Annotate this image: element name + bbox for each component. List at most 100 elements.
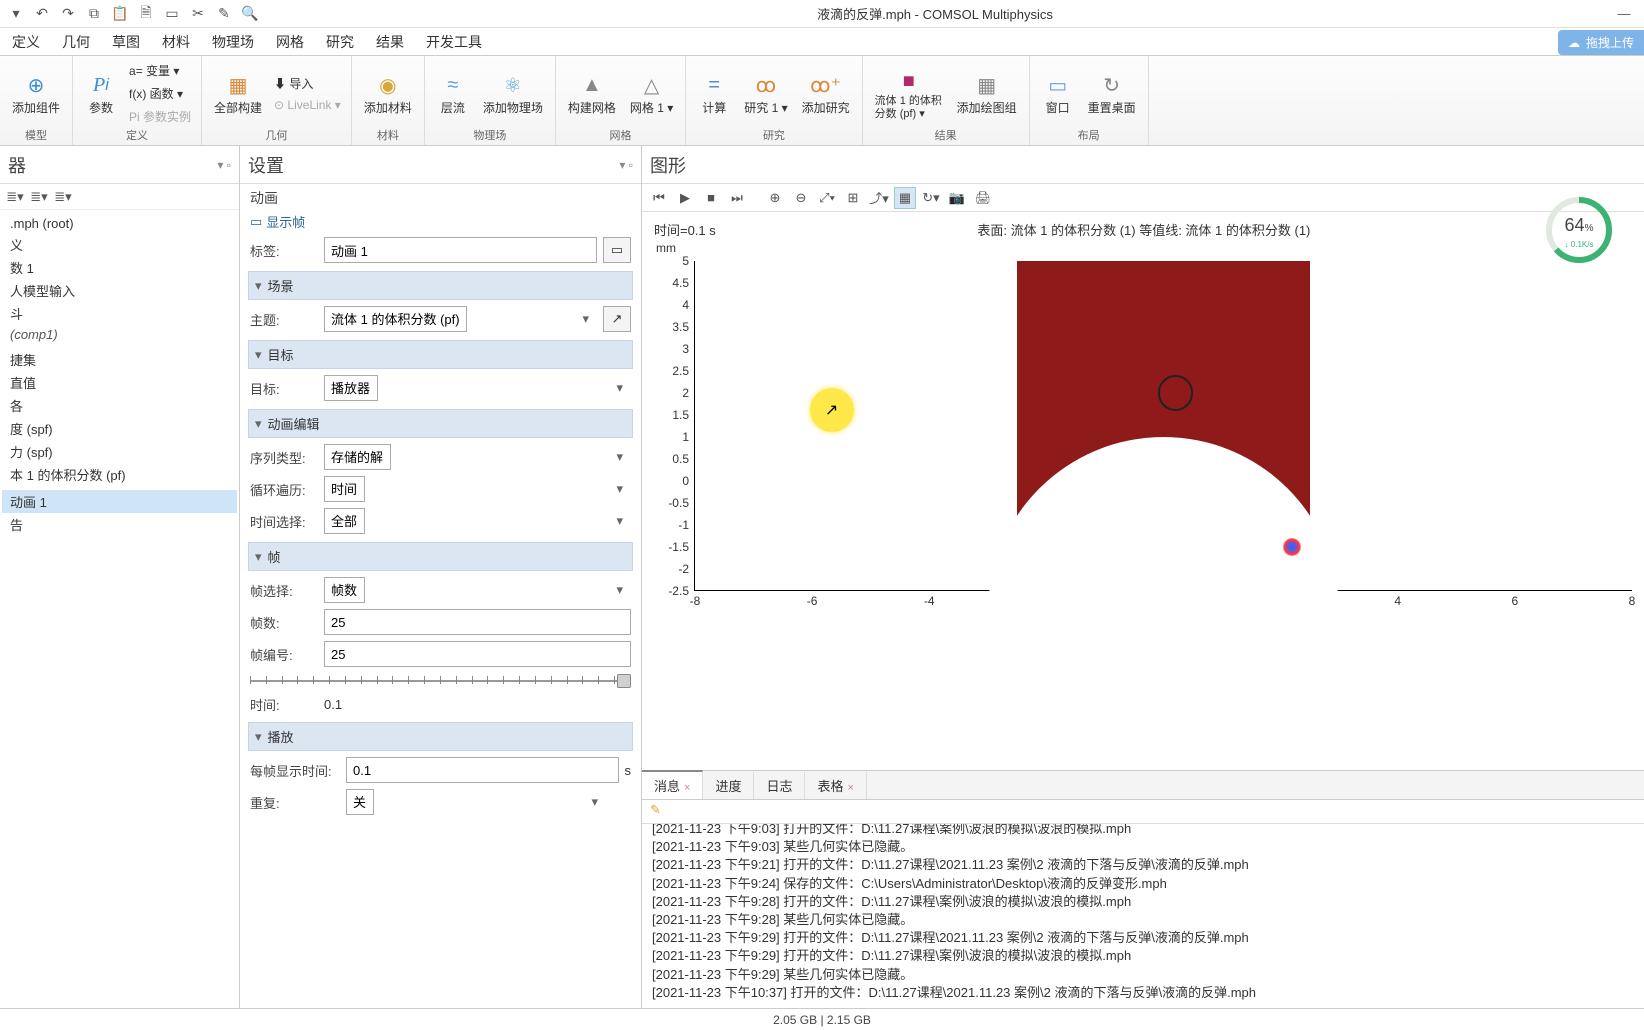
section-target[interactable]: ▾目标: [248, 340, 633, 369]
upload-badge[interactable]: ☁ 拖拽上传: [1558, 30, 1644, 55]
label-input[interactable]: [324, 237, 597, 263]
plot-area[interactable]: 时间=0.1 s 表面: 流体 1 的体积分数 (1) 等值线: 流体 1 的体…: [642, 212, 1644, 770]
theme-goto-button[interactable]: ↗: [603, 306, 631, 332]
tab-log[interactable]: 日志: [754, 772, 805, 799]
section-edit[interactable]: ▾动画编辑: [248, 409, 633, 438]
wand-icon[interactable]: ✎: [650, 802, 661, 817]
time-sel-select[interactable]: 全部: [324, 508, 365, 534]
section-scene[interactable]: ▾场景: [248, 271, 633, 300]
tree-item[interactable]: .mph (root): [2, 214, 237, 233]
study-1-button[interactable]: ꝏ 研究 1 ▾: [738, 69, 793, 118]
paste-icon[interactable]: 📋: [110, 4, 130, 24]
cut-icon[interactable]: ✂: [188, 4, 208, 24]
theme-select[interactable]: 流体 1 的体积分数 (pf): [324, 306, 467, 332]
stop-button[interactable]: ■: [700, 187, 722, 209]
tree-item[interactable]: 数 1: [2, 256, 237, 279]
add-component-button[interactable]: ⊕ 添加组件: [6, 69, 66, 118]
tree-item[interactable]: 捷集: [2, 348, 237, 371]
import-button[interactable]: ⬇ 导入: [270, 73, 345, 94]
model-tree[interactable]: .mph (root)义数 1人模型输入斗(comp1) 捷集直值各度 (spf)…: [0, 210, 239, 1008]
fps-input[interactable]: [346, 757, 619, 783]
prev-frame-button[interactable]: ⏮: [648, 187, 670, 209]
menu-geometry[interactable]: 几何: [62, 32, 90, 52]
tab-table[interactable]: 表格×: [805, 772, 866, 799]
reset-desktop-button[interactable]: ↻ 重置桌面: [1082, 69, 1142, 118]
tab-progress[interactable]: 进度: [703, 772, 754, 799]
close-icon[interactable]: ×: [684, 782, 690, 794]
livelink-button[interactable]: ⊙ LiveLink ▾: [270, 96, 345, 114]
undo-icon[interactable]: ↶: [32, 4, 52, 24]
repeat-select[interactable]: 关: [346, 789, 374, 815]
message-log[interactable]: [2021-11-23 下午9:03] 打开的文件：D:\11.27课程\案例\…: [642, 824, 1644, 1008]
add-physics-button[interactable]: ⚛ 添加物理场: [477, 69, 549, 118]
target-select[interactable]: 播放器: [324, 375, 378, 401]
tree-tool-1[interactable]: ≣▾: [6, 188, 24, 206]
show-frame-link[interactable]: ▭ 显示帧: [250, 212, 631, 231]
laminar-flow-button[interactable]: ≈ 层流: [431, 69, 475, 118]
minimize-icon[interactable]: —: [1604, 0, 1644, 28]
window-button[interactable]: ▭ 窗口: [1036, 69, 1080, 118]
zoom-out-button[interactable]: ⊖: [790, 187, 812, 209]
tree-item[interactable]: 人模型输入: [2, 279, 237, 302]
parameters-button[interactable]: Pi 参数: [79, 69, 123, 118]
add-material-button[interactable]: ◉ 添加材料: [358, 69, 418, 118]
tree-item[interactable]: 义: [2, 233, 237, 256]
close-icon[interactable]: ×: [848, 782, 854, 794]
doc-icon[interactable]: 🗎: [136, 4, 156, 24]
loop-select[interactable]: 时间: [324, 476, 365, 502]
tree-item[interactable]: 动画 1: [2, 490, 237, 513]
tree-tool-3[interactable]: ≣▾: [54, 188, 72, 206]
label-edit-button[interactable]: ▭: [603, 237, 631, 263]
menu-study[interactable]: 研究: [326, 32, 354, 52]
next-frame-button[interactable]: ⏭: [726, 187, 748, 209]
zoom-icon[interactable]: 🔍: [240, 4, 260, 24]
zoom-in-button[interactable]: ⊕: [764, 187, 786, 209]
snapshot-button[interactable]: 📷: [946, 187, 968, 209]
tree-item[interactable]: 力 (spf): [2, 440, 237, 463]
add-study-button[interactable]: ꝏ⁺ 添加研究: [796, 69, 856, 118]
build-mesh-button[interactable]: ▲ 构建网格: [562, 69, 622, 118]
variables-button[interactable]: a= 变量 ▾: [125, 60, 195, 81]
zoom-extents-button[interactable]: ⤢▾: [816, 187, 838, 209]
menu-devtools[interactable]: 开发工具: [426, 32, 482, 52]
menu-material[interactable]: 材料: [162, 32, 190, 52]
axes-button[interactable]: ⤴▾: [868, 187, 890, 209]
tree-item[interactable]: (comp1): [2, 325, 237, 344]
play-button[interactable]: ▶: [674, 187, 696, 209]
tree-tool-2[interactable]: ≣▾: [30, 188, 48, 206]
tree-item[interactable]: 本 1 的体积分数 (pf): [2, 463, 237, 486]
section-frame[interactable]: ▾帧: [248, 542, 633, 571]
frames-input[interactable]: [324, 609, 631, 635]
frame-no-input[interactable]: [324, 641, 631, 667]
redo-icon[interactable]: ↷: [58, 4, 78, 24]
build-all-button[interactable]: ▦ 全部构建: [208, 69, 268, 118]
tree-item[interactable]: 斗: [2, 302, 237, 325]
section-play[interactable]: ▾播放: [248, 722, 633, 751]
menu-results[interactable]: 结果: [376, 32, 404, 52]
refresh-plot-button[interactable]: ↻▾: [920, 187, 942, 209]
menu-sketch[interactable]: 草图: [112, 32, 140, 52]
copy-icon[interactable]: ⧉: [84, 4, 104, 24]
vol-frac-button[interactable]: ■ 流体 1 的体积分数 (pf) ▾: [869, 65, 949, 121]
functions-button[interactable]: f(x) 函数 ▾: [125, 83, 195, 104]
compute-button[interactable]: = 计算: [692, 69, 736, 118]
tree-item[interactable]: 告: [2, 513, 237, 536]
frame-slider[interactable]: [250, 673, 631, 689]
tree-item[interactable]: 度 (spf): [2, 417, 237, 440]
scene-light-button[interactable]: ▦: [894, 187, 916, 209]
tree-item[interactable]: 直值: [2, 371, 237, 394]
mesh-1-button[interactable]: △ 网格 1 ▾: [624, 69, 679, 118]
tab-messages[interactable]: 消息×: [642, 770, 703, 799]
param-instance-button[interactable]: Pi 参数实例: [125, 106, 195, 127]
seq-select[interactable]: 存储的解: [324, 444, 391, 470]
add-plot-button[interactable]: ▦ 添加绘图组: [951, 69, 1023, 118]
select-icon[interactable]: ▭: [162, 4, 182, 24]
tree-item[interactable]: 各: [2, 394, 237, 417]
grid-button[interactable]: ⊞: [842, 187, 864, 209]
frame-sel-select[interactable]: 帧数: [324, 577, 365, 603]
save-icon[interactable]: ▾: [6, 4, 26, 24]
menu-mesh[interactable]: 网格: [276, 32, 304, 52]
menu-define[interactable]: 定义: [12, 32, 40, 52]
menu-physics[interactable]: 物理场: [212, 32, 254, 52]
print-button[interactable]: 🖨: [972, 187, 994, 209]
